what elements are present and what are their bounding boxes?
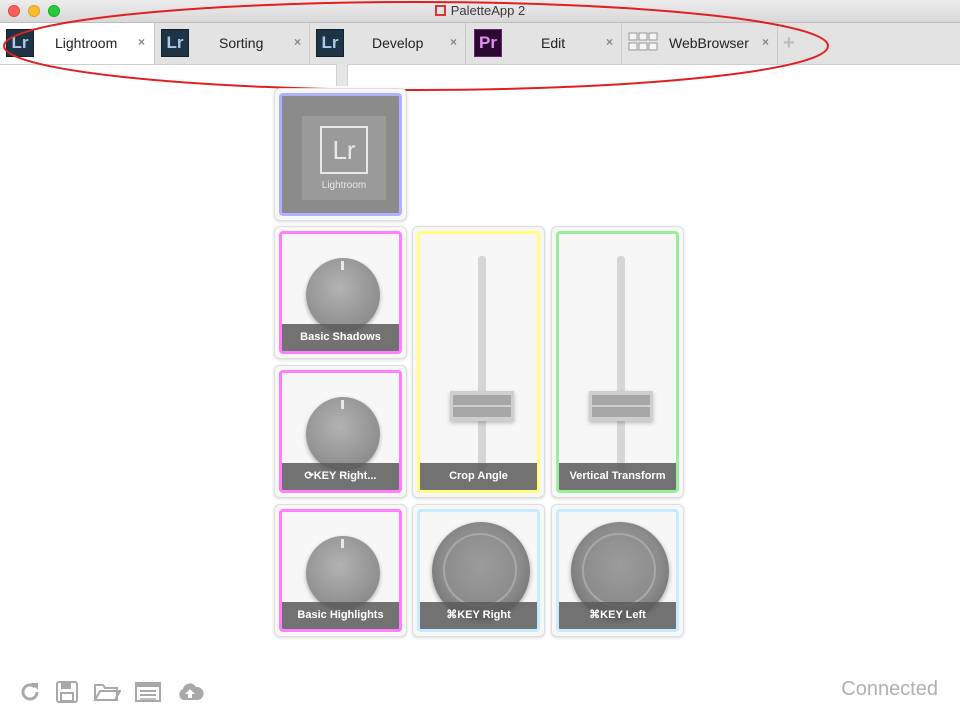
module-face: Basic Shadows bbox=[279, 231, 402, 354]
cloud-upload-icon[interactable] bbox=[176, 680, 204, 704]
premiere-app-icon: Pr bbox=[474, 29, 502, 57]
save-icon[interactable] bbox=[55, 680, 79, 704]
tab-sorting[interactable]: Lr Sorting × bbox=[155, 23, 310, 64]
fader-groove bbox=[453, 407, 511, 417]
palette-app-icon bbox=[434, 5, 446, 16]
dial-knob[interactable] bbox=[306, 397, 380, 471]
module-face: ⌘KEY Left bbox=[556, 509, 679, 632]
tab-close-icon[interactable]: × bbox=[606, 35, 613, 49]
module-label: ⟳KEY Right... bbox=[282, 463, 399, 490]
wheel-module[interactable]: ⌘KEY Right bbox=[412, 504, 545, 637]
dial-module[interactable]: ⟳KEY Right... bbox=[274, 365, 407, 498]
module-label: ⌘KEY Left bbox=[559, 602, 676, 629]
slider-handle[interactable] bbox=[450, 391, 514, 421]
slider-track bbox=[617, 256, 625, 472]
lightroom-app-icon: Lr bbox=[316, 29, 344, 57]
tab-label: Sorting bbox=[219, 35, 264, 51]
module-face: Basic Highlights bbox=[279, 509, 402, 632]
hub-card: Lr Lightroom bbox=[302, 116, 386, 200]
tab-label: Edit bbox=[541, 35, 566, 51]
module-face: ⟳KEY Right... bbox=[279, 370, 402, 493]
tab-webbrowser[interactable]: WebBrowser × bbox=[622, 23, 778, 64]
window-title-wrap: PaletteApp 2 bbox=[0, 3, 960, 18]
tab-edit[interactable]: Pr Edit × bbox=[466, 23, 622, 64]
dial-module[interactable]: Basic Shadows bbox=[274, 226, 407, 359]
list-icon[interactable] bbox=[135, 680, 161, 704]
window-title: PaletteApp 2 bbox=[450, 3, 526, 18]
dial-module[interactable]: Basic Highlights bbox=[274, 504, 407, 637]
wheel-module[interactable]: ⌘KEY Left bbox=[551, 504, 684, 637]
module-label: Crop Angle bbox=[420, 463, 537, 490]
slider-module[interactable]: Crop Angle bbox=[412, 226, 545, 498]
hub-name: Lightroom bbox=[321, 180, 367, 191]
lightroom-app-icon: Lr bbox=[161, 29, 189, 57]
tab-develop[interactable]: Lr Develop × bbox=[310, 23, 466, 64]
knob-indicator bbox=[341, 400, 344, 409]
knob-indicator bbox=[341, 539, 344, 548]
dial-knob[interactable] bbox=[306, 536, 380, 610]
module-label: ⌘KEY Right bbox=[420, 602, 537, 629]
tab-label: WebBrowser bbox=[669, 35, 749, 51]
title-bar: PaletteApp 2 bbox=[0, 0, 960, 23]
tab-lightroom[interactable]: Lr Lightroom × bbox=[0, 23, 155, 64]
module-face: Vertical Transform bbox=[556, 231, 679, 493]
lightroom-app-icon: Lr bbox=[6, 29, 34, 57]
fader-groove bbox=[592, 395, 650, 405]
slider-track bbox=[478, 256, 486, 472]
hub-module[interactable]: Lr Lightroom bbox=[274, 88, 407, 221]
connection-status: Connected bbox=[841, 678, 938, 700]
module-label: Basic Shadows bbox=[282, 324, 399, 351]
knob-indicator bbox=[341, 261, 344, 270]
dial-knob[interactable] bbox=[306, 258, 380, 332]
jog-wheel-ring bbox=[443, 533, 517, 607]
fader-groove bbox=[592, 407, 650, 417]
hub-module-face: Lr Lightroom bbox=[279, 93, 402, 216]
fader-groove bbox=[453, 395, 511, 405]
tab-close-icon[interactable]: × bbox=[294, 35, 301, 49]
slider-module[interactable]: Vertical Transform bbox=[551, 226, 684, 498]
tab-label: Lightroom bbox=[55, 35, 118, 51]
add-tab-button[interactable]: + bbox=[783, 32, 795, 55]
module-label: Vertical Transform bbox=[559, 463, 676, 490]
tab-close-icon[interactable]: × bbox=[138, 35, 145, 49]
keyboard-keys-icon bbox=[628, 31, 658, 59]
module-label: Basic Highlights bbox=[282, 602, 399, 629]
tab-close-icon[interactable]: × bbox=[762, 35, 769, 49]
tab-close-icon[interactable]: × bbox=[450, 35, 457, 49]
jog-wheel-ring bbox=[582, 533, 656, 607]
open-folder-icon[interactable] bbox=[93, 680, 122, 704]
tab-bar: Lr Lightroom × Lr Sorting × Lr Develop ×… bbox=[0, 23, 960, 65]
hub-connector bbox=[336, 64, 348, 86]
tab-label: Develop bbox=[372, 35, 424, 51]
refresh-icon[interactable] bbox=[18, 680, 42, 704]
slider-handle[interactable] bbox=[589, 391, 653, 421]
module-face: ⌘KEY Right bbox=[417, 509, 540, 632]
lightroom-logo-icon: Lr bbox=[320, 126, 368, 174]
module-face: Crop Angle bbox=[417, 231, 540, 493]
